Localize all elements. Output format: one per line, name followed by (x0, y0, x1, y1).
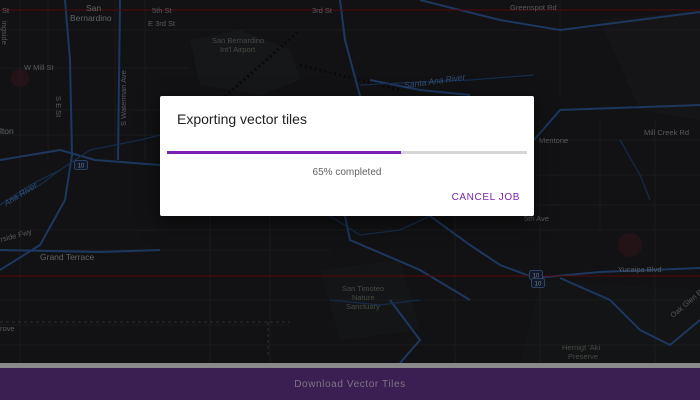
cancel-job-button[interactable]: CANCEL JOB (452, 192, 520, 203)
dialog-title: Exporting vector tiles (177, 111, 307, 127)
download-vector-tiles-label: Download Vector Tiles (294, 378, 406, 390)
progress-text: 65% completed (312, 167, 382, 178)
export-progress-fill (167, 151, 401, 154)
download-vector-tiles-button[interactable]: Download Vector Tiles (0, 368, 700, 400)
export-progress-bar (167, 151, 527, 154)
export-progress-dialog: Exporting vector tiles 65% completed CAN… (160, 96, 534, 216)
